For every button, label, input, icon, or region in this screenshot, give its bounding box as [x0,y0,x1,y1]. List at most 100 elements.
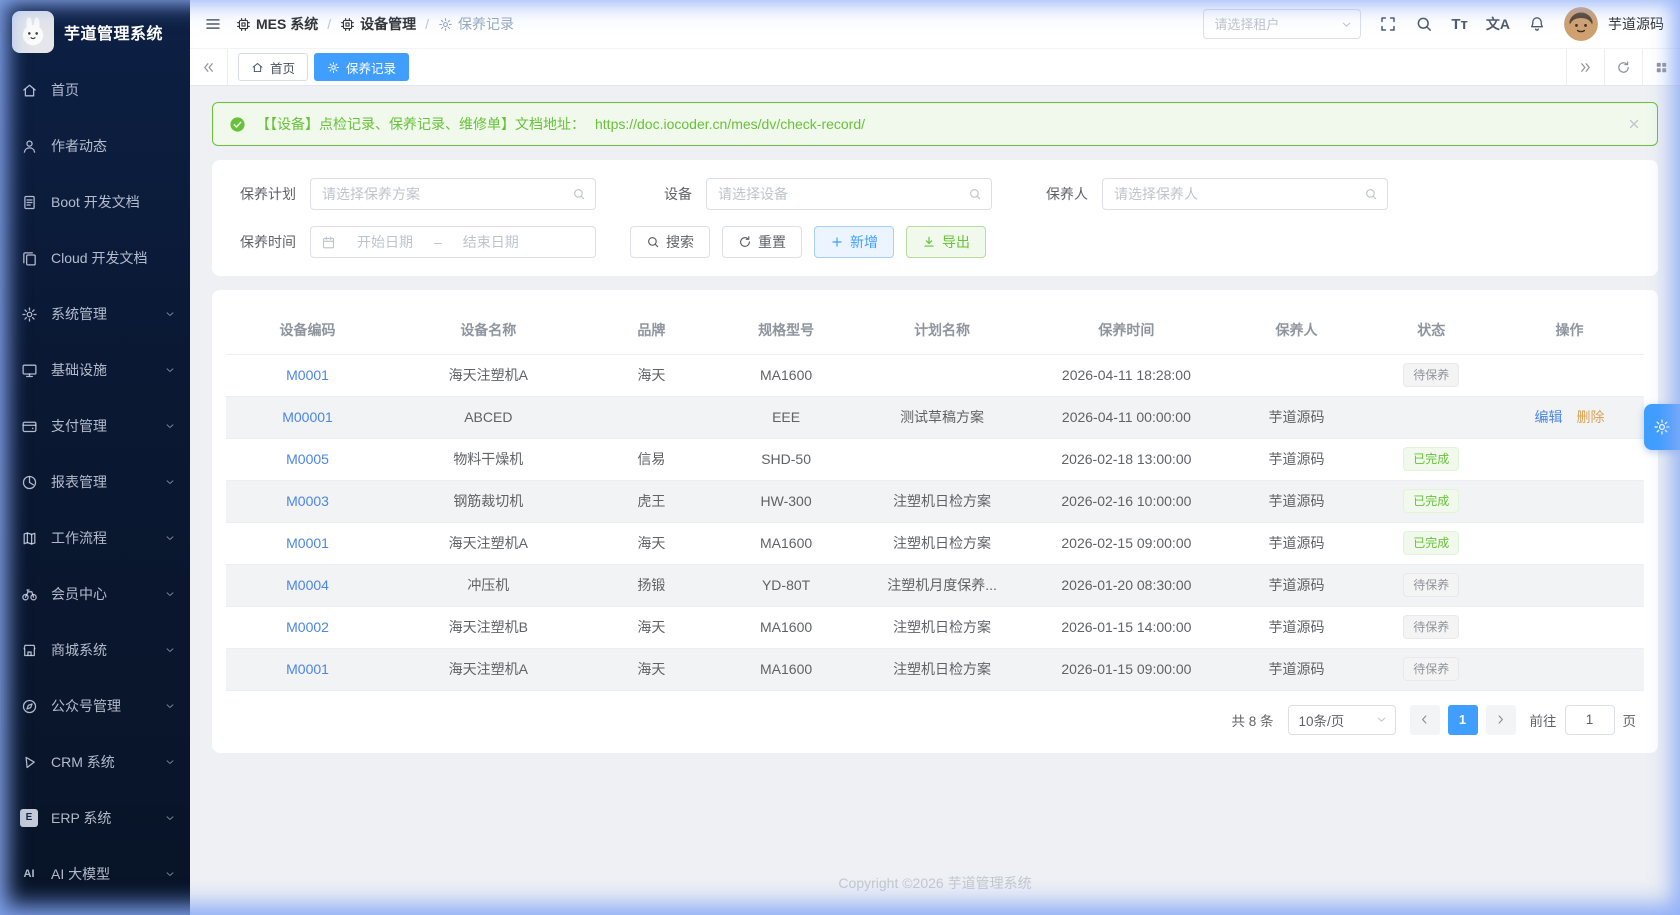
search-icon[interactable] [1415,15,1433,33]
cell-actions [1495,648,1644,690]
cell-actions [1495,522,1644,564]
device-code-link[interactable]: M0001 [286,367,329,383]
cell-brand [588,396,716,438]
cell-status: 待保养 [1367,354,1495,396]
cell-maintainer: 芋道源码 [1226,396,1368,438]
refresh-icon[interactable] [1604,49,1642,85]
sidebar-item-workflow[interactable]: 工作流程 [0,518,190,558]
fullscreen-icon[interactable] [1379,15,1397,33]
cell-maintainer: 芋道源码 [1226,480,1368,522]
search-button[interactable]: 搜索 [630,226,710,258]
date-range-picker[interactable]: – [310,226,596,258]
close-icon[interactable] [1627,117,1641,131]
username[interactable]: 芋道源码 [1608,14,1664,34]
status-badge: 已完成 [1403,447,1459,471]
device-code-link[interactable]: M00001 [282,409,333,425]
sidebar-item-mp[interactable]: 公众号管理 [0,686,190,726]
sidebar-item-infra[interactable]: 基础设施 [0,350,190,390]
alert-message: 【【设备】点检记录、保养记录、维修单】文档地址： [256,114,585,134]
person-label: 保养人 [1026,184,1088,204]
cell-status: 已完成 [1367,522,1495,564]
sidebar-item-label: CRM 系统 [51,752,151,772]
page-size-select[interactable]: 10条/页 [1288,705,1396,735]
sidebar-item-member[interactable]: 会员中心 [0,574,190,614]
next-page-button[interactable] [1486,705,1516,735]
reset-button[interactable]: 重置 [722,226,802,258]
cpu-icon [236,17,251,32]
cell-plan-name [857,354,1027,396]
device-code-link[interactable]: M0001 [286,535,329,551]
user-avatar[interactable] [1564,7,1598,41]
main-area: MES 系统/设备管理/保养记录 Tᴛ 文A [190,0,1680,915]
bicycle-icon [20,585,38,603]
translate-icon[interactable]: 文A [1486,14,1510,34]
scroll-tabs-left-icon[interactable] [190,49,228,85]
end-date-input[interactable] [448,234,534,250]
start-date-input[interactable] [342,234,428,250]
prev-page-button[interactable] [1410,705,1440,735]
arrow-right-icon [1494,713,1507,726]
delete-action-link[interactable]: 删除 [1577,409,1605,425]
theme-settings-button[interactable] [1644,404,1680,450]
gear-icon [20,305,38,323]
edit-action-link[interactable]: 编辑 [1535,409,1563,425]
person-input[interactable] [1103,186,1387,202]
cell-device-code: M0001 [226,522,389,564]
sidebar-item-label: 首页 [51,80,176,100]
tenant-input[interactable] [1204,17,1360,32]
copy-document-icon [20,249,38,267]
scroll-tabs-right-icon[interactable] [1566,49,1604,85]
device-code-link[interactable]: M0002 [286,619,329,635]
tab-active[interactable]: 保养记录 [314,53,409,81]
sidebar-item-label: 会员中心 [51,584,151,604]
sidebar-item-ai[interactable]: AIAI 大模型 [0,854,190,894]
sidebar-item-home[interactable]: 首页 [0,70,190,110]
sidebar-item-mall[interactable]: 商城系统 [0,630,190,670]
plan-select[interactable] [310,178,596,210]
sidebar-item-label: AI 大模型 [51,864,151,884]
sidebar-item-cloud-docs[interactable]: Cloud 开发文档 [0,238,190,278]
sidebar-item-system[interactable]: 系统管理 [0,294,190,334]
bell-icon[interactable] [1528,15,1546,33]
chevron-down-icon [1340,18,1353,31]
person-select[interactable] [1102,178,1388,210]
device-code-link[interactable]: M0003 [286,493,329,509]
tenant-select[interactable] [1203,9,1361,39]
column-header: 设备名称 [389,306,588,354]
sidebar-item-report[interactable]: 报表管理 [0,462,190,502]
cell-status: 待保养 [1367,564,1495,606]
device-code-link[interactable]: M0005 [286,451,329,467]
page-number-button[interactable]: 1 [1448,705,1478,735]
table-header-row: 设备编码设备名称品牌规格型号计划名称保养时间保养人状态操作 [226,306,1644,354]
device-code-link[interactable]: M0004 [286,577,329,593]
breadcrumb-item[interactable]: MES 系统 [236,14,318,34]
tab-item[interactable]: 首页 [238,53,308,81]
cell-maintain-time: 2026-02-16 10:00:00 [1027,480,1226,522]
font-size-icon[interactable]: Tᴛ [1451,16,1468,33]
sidebar-item-crm[interactable]: CRM 系统 [0,742,190,782]
table-row: M0001海天注塑机A海天MA16002026-04-11 18:28:00待保… [226,354,1644,396]
top-navbar: MES 系统/设备管理/保养记录 Tᴛ 文A [190,0,1680,48]
sidebar-item-erp[interactable]: EERP 系统 [0,798,190,838]
cell-maintainer: 芋道源码 [1226,522,1368,564]
plan-input[interactable] [311,186,595,202]
cell-brand: 海天 [588,354,716,396]
breadcrumb-item[interactable]: 设备管理 [340,14,416,34]
goto-page-input[interactable] [1565,705,1615,735]
doc-link[interactable]: https://doc.iocoder.cn/mes/dv/check-reco… [595,116,865,132]
sidebar-item-pay[interactable]: 支付管理 [0,406,190,446]
layout-grid-icon[interactable] [1642,49,1680,85]
hamburger-menu-icon[interactable] [204,15,222,33]
chevron-down-icon [164,532,176,544]
device-select[interactable] [706,178,992,210]
app-logo[interactable]: 芋道管理系统 [0,0,190,64]
cell-status: 已完成 [1367,438,1495,480]
device-code-link[interactable]: M0001 [286,661,329,677]
sidebar-item-boot-docs[interactable]: Boot 开发文档 [0,182,190,222]
add-button[interactable]: 新增 [814,226,894,258]
records-table-panel: 设备编码设备名称品牌规格型号计划名称保养时间保养人状态操作 M0001海天注塑机… [212,290,1658,753]
sidebar-item-author[interactable]: 作者动态 [0,126,190,166]
device-input[interactable] [707,186,991,202]
cell-device-code: M00001 [226,396,389,438]
export-button[interactable]: 导出 [906,226,986,258]
